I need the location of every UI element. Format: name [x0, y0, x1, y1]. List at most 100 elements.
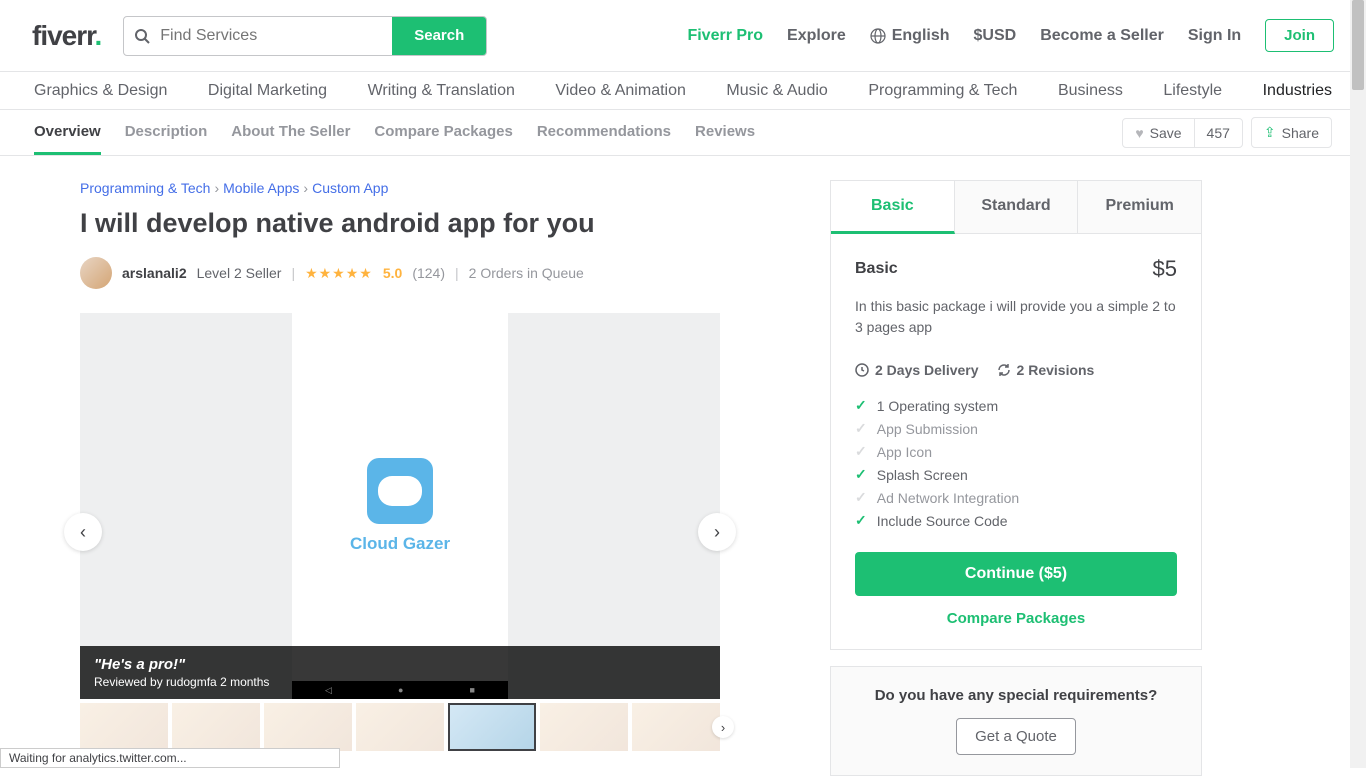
star-icons: ★★★★★: [305, 265, 373, 282]
cat-item[interactable]: Digital Marketing: [208, 82, 327, 100]
queue-count: 2 Orders in Queue: [469, 265, 584, 281]
cat-item[interactable]: Graphics & Design: [34, 82, 167, 100]
get-quote-button[interactable]: Get a Quote: [956, 718, 1076, 755]
become-seller-link[interactable]: Become a Seller: [1040, 27, 1164, 45]
thumb[interactable]: [632, 703, 720, 751]
avatar[interactable]: [80, 257, 112, 289]
cat-item[interactable]: Lifestyle: [1163, 82, 1222, 100]
header-right: Fiverr Pro Explore English $USD Become a…: [687, 19, 1334, 52]
tab-overview[interactable]: Overview: [34, 123, 101, 155]
gallery-next-button[interactable]: ›: [698, 513, 736, 551]
crumb[interactable]: Mobile Apps: [223, 180, 299, 196]
cloud-icon: [378, 476, 422, 506]
cat-item[interactable]: Business: [1058, 82, 1123, 100]
package-box: Basic Standard Premium Basic $5 In this …: [830, 180, 1202, 650]
package-body: Basic $5 In this basic package i will pr…: [831, 234, 1201, 649]
package-name: Basic: [855, 260, 898, 278]
thumb[interactable]: [540, 703, 628, 751]
header: fiverr. Search Fiverr Pro Explore Englis…: [0, 0, 1366, 72]
scrollbar[interactable]: [1350, 0, 1366, 768]
check-icon: ✓: [855, 512, 867, 529]
search-wrap: Search: [123, 16, 487, 56]
left-column: Programming & Tech›Mobile Apps›Custom Ap…: [80, 180, 760, 776]
search-input[interactable]: [160, 17, 392, 55]
review-quote: "He's a pro!": [94, 656, 706, 673]
save-button[interactable]: ♥Save: [1123, 119, 1194, 147]
thumb[interactable]: [448, 703, 536, 751]
separator: |: [455, 265, 459, 281]
feature: ✓App Icon: [855, 440, 1177, 463]
gallery-image: Cloud Gazer: [292, 313, 508, 699]
chevron-right-icon: ›: [714, 522, 720, 543]
crumb[interactable]: Programming & Tech: [80, 180, 210, 196]
gallery-thumbs: ›: [80, 703, 720, 751]
thumb[interactable]: [356, 703, 444, 751]
review-count: (124): [412, 265, 445, 281]
share-button[interactable]: ⇪Share: [1251, 117, 1332, 148]
thumb[interactable]: [264, 703, 352, 751]
tab-compare[interactable]: Compare Packages: [374, 123, 512, 142]
package-tabs: Basic Standard Premium: [831, 181, 1201, 234]
thumb[interactable]: [80, 703, 168, 751]
right-column: Basic Standard Premium Basic $5 In this …: [830, 180, 1202, 776]
join-button[interactable]: Join: [1265, 19, 1334, 52]
cat-item[interactable]: Video & Animation: [555, 82, 685, 100]
cat-item[interactable]: Writing & Translation: [368, 82, 515, 100]
rating-value: 5.0: [383, 265, 402, 281]
cat-item[interactable]: Programming & Tech: [868, 82, 1017, 100]
app-name: Cloud Gazer: [350, 534, 450, 554]
thumbs-next-button[interactable]: ›: [712, 716, 734, 738]
chevron-right-icon: ›: [214, 180, 219, 196]
subnav-right: ♥Save 457 ⇪Share: [1122, 117, 1332, 148]
sign-in-link[interactable]: Sign In: [1188, 27, 1241, 45]
crumb[interactable]: Custom App: [312, 180, 388, 196]
save-box: ♥Save 457: [1122, 118, 1243, 148]
delivery-meta: 2 Days Delivery: [855, 362, 979, 378]
tab-about-seller[interactable]: About The Seller: [231, 123, 350, 142]
check-icon: ✓: [855, 397, 867, 414]
seller-name[interactable]: arslanali2: [122, 265, 187, 281]
gallery: Cloud Gazer ◁●■ "He's a pro!" Reviewed b…: [80, 313, 720, 751]
thumb[interactable]: [172, 703, 260, 751]
gallery-prev-button[interactable]: ‹: [64, 513, 102, 551]
package-head: Basic $5: [855, 256, 1177, 282]
feature: ✓1 Operating system: [855, 394, 1177, 417]
cat-item[interactable]: Music & Audio: [726, 82, 827, 100]
currency-selector[interactable]: $USD: [974, 27, 1017, 45]
tab-reviews[interactable]: Reviews: [695, 123, 755, 142]
tab-basic[interactable]: Basic: [831, 181, 955, 234]
breadcrumb: Programming & Tech›Mobile Apps›Custom Ap…: [80, 180, 760, 196]
tab-premium[interactable]: Premium: [1078, 181, 1201, 234]
chevron-right-icon: ›: [303, 180, 308, 196]
package-price: $5: [1153, 256, 1177, 282]
categories-nav: Graphics & Design Digital Marketing Writ…: [0, 72, 1366, 110]
subnav-tabs: Overview Description About The Seller Co…: [34, 123, 755, 142]
status-bar: Waiting for analytics.twitter.com...: [0, 748, 340, 768]
main: Programming & Tech›Mobile Apps›Custom Ap…: [0, 156, 1366, 776]
android-nav-bar: ◁●■: [292, 681, 508, 699]
check-icon: ✓: [855, 443, 867, 460]
compare-packages-link[interactable]: Compare Packages: [855, 610, 1177, 627]
explore-link[interactable]: Explore: [787, 27, 846, 45]
recent-icon: ■: [470, 685, 475, 695]
quote-question: Do you have any special requirements?: [851, 687, 1181, 704]
scrollbar-thumb[interactable]: [1352, 0, 1364, 90]
language-selector[interactable]: English: [870, 27, 950, 45]
cat-industries[interactable]: Industries: [1263, 82, 1332, 100]
package-features: ✓1 Operating system ✓App Submission ✓App…: [855, 394, 1177, 532]
save-count: 457: [1195, 119, 1242, 147]
tab-standard[interactable]: Standard: [955, 181, 1079, 234]
app-icon: [367, 458, 433, 524]
gallery-main: Cloud Gazer ◁●■ "He's a pro!" Reviewed b…: [80, 313, 720, 699]
logo[interactable]: fiverr.: [32, 20, 101, 52]
fiverr-pro-link[interactable]: Fiverr Pro: [687, 27, 763, 45]
package-description: In this basic package i will provide you…: [855, 296, 1177, 338]
search-button[interactable]: Search: [392, 17, 486, 55]
tab-description[interactable]: Description: [125, 123, 208, 142]
continue-button[interactable]: Continue ($5): [855, 552, 1177, 596]
tab-recommendations[interactable]: Recommendations: [537, 123, 671, 142]
feature: ✓Include Source Code: [855, 509, 1177, 532]
chevron-left-icon: ‹: [80, 522, 86, 543]
seller-row: arslanali2 Level 2 Seller | ★★★★★ 5.0 (1…: [80, 257, 760, 289]
gig-title: I will develop native android app for yo…: [80, 208, 760, 239]
